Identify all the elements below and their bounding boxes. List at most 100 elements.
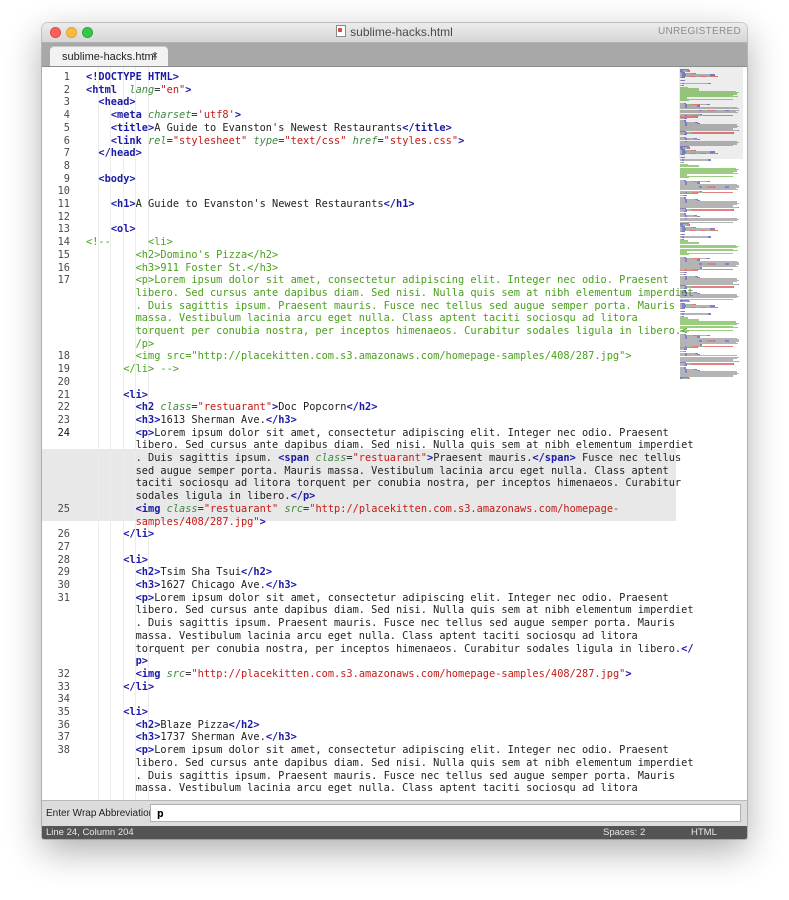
code-line: <body> bbox=[86, 173, 135, 186]
code-token: p> bbox=[86, 655, 148, 668]
line-number: 26 bbox=[57, 528, 70, 541]
code-line: <!-- <li> bbox=[86, 236, 173, 249]
code-token: <head> bbox=[98, 96, 136, 109]
line-number bbox=[42, 655, 70, 668]
minimap-mark bbox=[689, 224, 690, 226]
code-token: </h2> bbox=[346, 401, 378, 414]
line-number: 5 bbox=[63, 121, 70, 134]
code-token: "text/css" bbox=[284, 134, 347, 147]
minimap-mark bbox=[738, 206, 739, 208]
code-line: libero. Sed cursus ante dapibus diam. Se… bbox=[86, 604, 694, 617]
minimap-mark bbox=[708, 236, 711, 238]
code-line: </li> bbox=[86, 528, 154, 541]
code-line: taciti sociosqu ad litora torquent per c… bbox=[86, 477, 682, 490]
line-number bbox=[42, 477, 70, 490]
code-token: <meta bbox=[110, 109, 142, 122]
code-line: <li> bbox=[86, 554, 148, 567]
line-number: 14 bbox=[57, 236, 70, 249]
code-token: <h3> bbox=[135, 731, 161, 744]
line-number: 31 bbox=[57, 591, 70, 604]
code-line: <h1>A Guide to Evanston's Newest Restaur… bbox=[86, 198, 415, 211]
minimap-mark bbox=[684, 133, 687, 136]
code-token: <h1> bbox=[110, 198, 136, 210]
title-bar[interactable]: sublime-hacks.html UNREGISTERED bbox=[42, 23, 747, 43]
line-number bbox=[42, 452, 70, 465]
minimap-mark bbox=[684, 236, 708, 238]
line-number: 7 bbox=[63, 147, 70, 160]
line-number bbox=[42, 604, 70, 617]
code-area[interactable]: <!DOCTYPE HTML> <html lang="en"> <head> <… bbox=[86, 67, 694, 800]
minimap-mark bbox=[689, 152, 696, 154]
line-number bbox=[42, 287, 70, 300]
code-token: class bbox=[160, 401, 192, 414]
code-line: <li> bbox=[86, 706, 148, 719]
line-number bbox=[42, 312, 70, 325]
code-token: torquent per conubia nostra, per incepto… bbox=[86, 325, 688, 337]
line-number-gutter[interactable]: 1 2 3 4 5 6 7 8 9 10 11 12 13 14 15 16 17 18 19 20 21 22 23 24 2… bbox=[42, 67, 76, 800]
minimap-mark bbox=[689, 229, 696, 231]
code-token: A Guide to Evanston's Newest Restaurants bbox=[154, 121, 403, 134]
code-line: <ol> bbox=[86, 223, 136, 236]
line-number: 19 bbox=[57, 363, 70, 376]
minimap-mark bbox=[689, 378, 690, 380]
minimap-mark bbox=[717, 75, 718, 78]
code-token: </li> --> bbox=[86, 363, 179, 376]
code-token: A Guide to Evanston's Newest Restaurants bbox=[135, 198, 384, 210]
minimap-mark bbox=[710, 152, 717, 154]
code-line: sed augue semper porta. Mauris massa. Ve… bbox=[86, 465, 669, 478]
line-number bbox=[42, 757, 70, 770]
line-number bbox=[42, 300, 70, 313]
code-line: </li> --> bbox=[86, 363, 179, 376]
code-line: <p>Lorem ipsum dolor sit amet, consectet… bbox=[86, 274, 669, 287]
minimap-mark bbox=[691, 132, 733, 134]
minimap-mark bbox=[703, 191, 733, 194]
code-token: charset bbox=[148, 109, 192, 122]
code-line: massa. Vestibulum lacinia arcu eget null… bbox=[86, 312, 638, 325]
code-token: <span bbox=[278, 452, 310, 464]
close-tab-icon[interactable]: × bbox=[152, 50, 158, 62]
wrap-abbreviation-input[interactable]: p bbox=[150, 804, 741, 822]
code-token: </title> bbox=[402, 121, 452, 134]
code-token: <h2 bbox=[135, 401, 155, 414]
minimap-mark bbox=[680, 129, 738, 132]
code-line: <p>Lorem ipsum dolor sit amet, consectet… bbox=[86, 744, 669, 757]
code-line: <h3>1737 Sherman Ave.</h3> bbox=[86, 731, 297, 744]
line-number: 23 bbox=[57, 413, 70, 426]
indentation-setting[interactable]: Spaces: 2 bbox=[603, 827, 645, 838]
code-token: src bbox=[284, 502, 304, 515]
minimap-mark bbox=[700, 258, 707, 260]
code-line: . Duis sagittis ipsum. Praesent mauris. … bbox=[86, 770, 675, 783]
line-number: 13 bbox=[57, 223, 70, 236]
code-token: <h3>911 Foster St.</h3> bbox=[86, 261, 279, 274]
code-token: src bbox=[166, 667, 186, 680]
minimap-mark bbox=[703, 114, 733, 117]
code-token: > bbox=[234, 109, 242, 122]
code-line: <link rel="stylesheet" type="text/css" h… bbox=[86, 135, 464, 148]
code-token: </h3> bbox=[265, 579, 297, 591]
minimap-mark bbox=[684, 159, 708, 161]
code-token: <!DOCTYPE HTML> bbox=[86, 71, 179, 83]
line-number: 34 bbox=[57, 693, 70, 706]
minimap-mark bbox=[707, 334, 710, 337]
html-file-icon bbox=[336, 25, 347, 37]
code-token: <p> bbox=[135, 591, 155, 604]
minimap-mark bbox=[717, 306, 718, 308]
minimap-mark bbox=[691, 363, 733, 365]
code-token: "stylesheet" bbox=[172, 134, 248, 147]
code-token: sodales ligula in libero. bbox=[86, 490, 291, 503]
line-number: 1 bbox=[63, 71, 70, 83]
tab-sublime-hacks[interactable]: sublime-hacks.html × bbox=[50, 47, 168, 66]
code-line: /p> bbox=[86, 338, 155, 351]
line-number bbox=[42, 465, 70, 478]
wrap-abbreviation-label: Enter Wrap Abbreviation: bbox=[46, 808, 157, 819]
line-number: 30 bbox=[57, 579, 70, 591]
minimap[interactable] bbox=[676, 67, 747, 800]
minimap-mark bbox=[681, 77, 685, 79]
editor-pane[interactable]: 1 2 3 4 5 6 7 8 9 10 11 12 13 14 15 16 17 18 19 20 21 22 23 24 2… bbox=[42, 67, 747, 800]
syntax-selector[interactable]: HTML bbox=[691, 827, 717, 838]
